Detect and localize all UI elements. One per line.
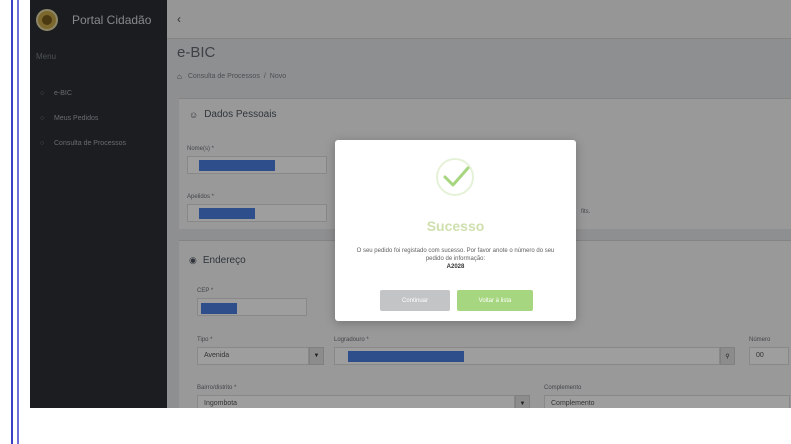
left-margin-line-inner xyxy=(17,0,19,444)
continue-button[interactable]: Continuar xyxy=(380,290,450,311)
dialog-message: O seu pedido foi registado com sucesso. … xyxy=(349,247,562,271)
dialog-message-text: O seu pedido foi registado com sucesso. … xyxy=(356,248,555,262)
left-margin-line xyxy=(11,0,13,444)
app-window: Portal Cidadão Menu ○ e-BIC ○ Meus Pedidos… xyxy=(30,0,791,408)
view-list-button[interactable]: Voltar à lista xyxy=(457,290,533,311)
dialog-title: Sucesso xyxy=(426,218,485,234)
success-dialog: Sucesso O seu pedido foi registado com s… xyxy=(335,140,576,321)
protocol-number: A2028 xyxy=(446,264,465,270)
checkmark-icon xyxy=(443,166,470,187)
